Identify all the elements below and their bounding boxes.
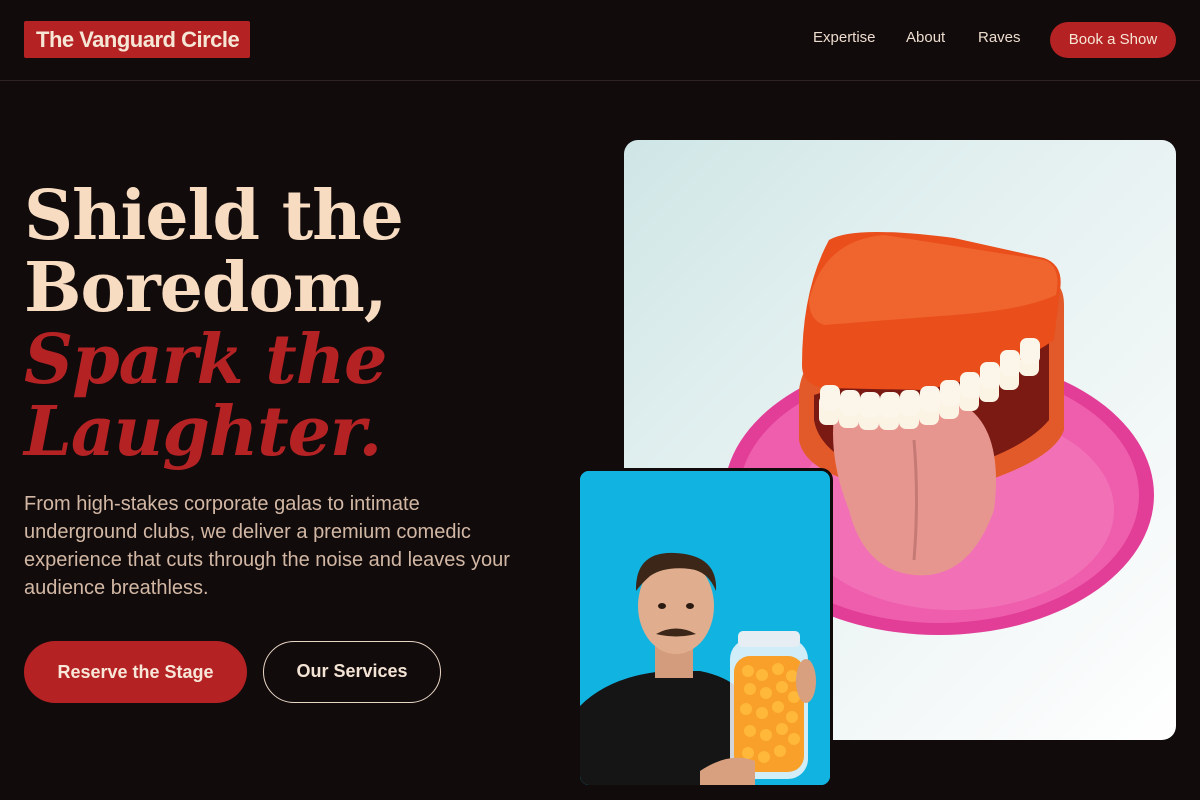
site-header: The Vanguard Circle Expertise About Rave… xyxy=(0,0,1200,81)
headline-line-4: Laughter. xyxy=(24,392,382,472)
headline-line-2: Boredom, xyxy=(24,248,387,328)
hero-headline: Shield the Boredom, Spark the Laughter. xyxy=(24,180,584,468)
hero-subtext: From high-stakes corporate galas to inti… xyxy=(24,493,510,599)
headline-line-1: Shield the xyxy=(24,176,404,256)
comedian-illustration xyxy=(580,471,830,785)
comedian-candy-jar-image xyxy=(577,468,833,788)
reserve-stage-button[interactable]: Reserve the Stage xyxy=(24,641,247,703)
headline-line-3: Spark the xyxy=(24,320,387,400)
our-services-button[interactable]: Our Services xyxy=(263,641,441,703)
nav-link-raves[interactable]: Raves xyxy=(978,29,1021,46)
nav-link-about[interactable]: About xyxy=(906,29,945,46)
book-show-button[interactable]: Book a Show xyxy=(1050,22,1176,58)
nav-link-expertise[interactable]: Expertise xyxy=(813,29,876,46)
brand-logo[interactable]: The Vanguard Circle xyxy=(24,21,251,58)
